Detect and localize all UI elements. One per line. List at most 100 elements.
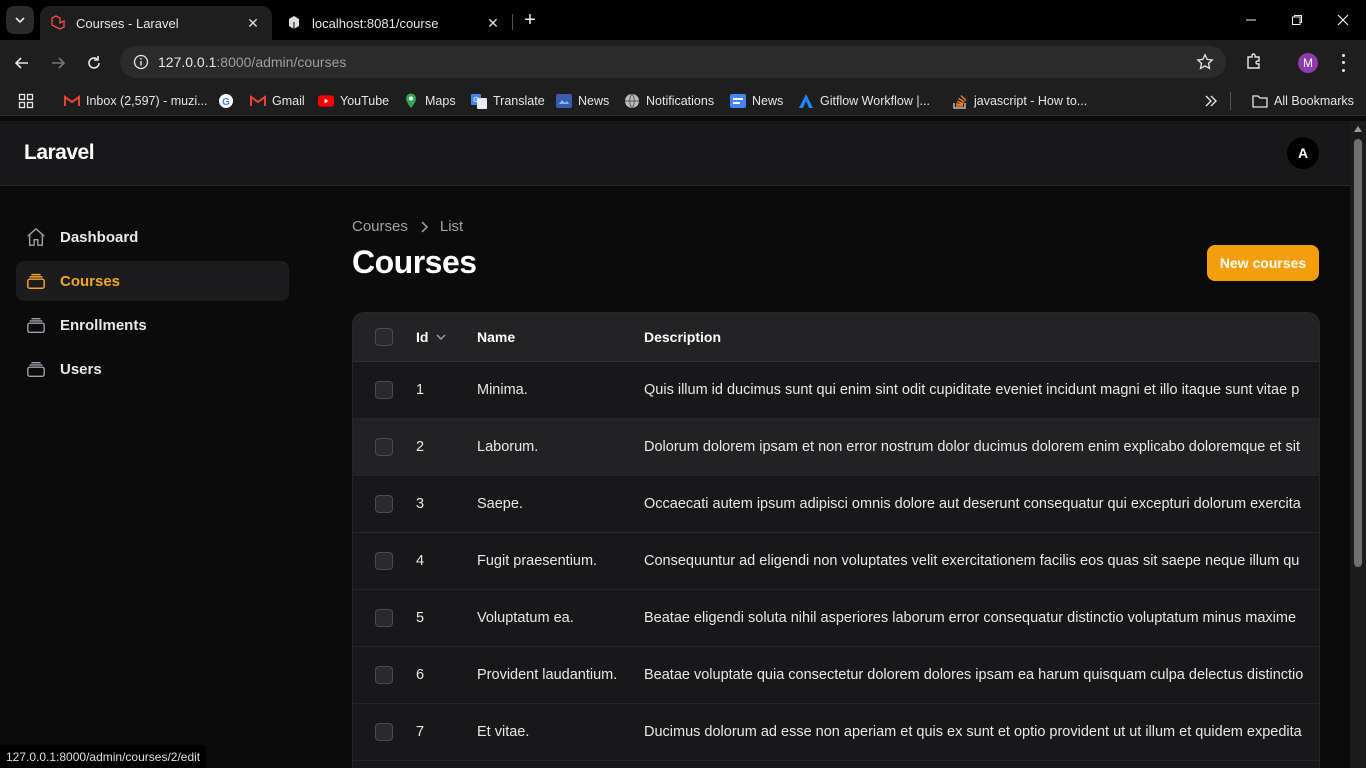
- chevron-down-icon: [15, 17, 25, 23]
- row-checkbox[interactable]: [375, 552, 393, 570]
- browser-menu-icon[interactable]: [1336, 52, 1350, 74]
- bookmarks-bar: Inbox (2,597) - muzi... G Gmail YouTube …: [0, 86, 1366, 116]
- bookmark-label: javascript - How to...: [974, 94, 1088, 108]
- select-all-checkbox[interactable]: [375, 328, 393, 346]
- column-header-label: Id: [416, 329, 429, 345]
- gmail-icon: [250, 93, 266, 109]
- scrollbar-thumb[interactable]: [1354, 139, 1362, 567]
- maps-icon: [403, 93, 419, 109]
- row-checkbox[interactable]: [375, 438, 393, 456]
- bookmark-star-icon[interactable]: [1196, 53, 1214, 76]
- reload-button[interactable]: [81, 50, 107, 76]
- link-status-bar: 127.0.0.1:8000/admin/courses/2/edit: [0, 745, 207, 768]
- back-button[interactable]: [9, 50, 35, 76]
- breadcrumb: Courses List: [352, 218, 463, 235]
- folder-icon: [1252, 93, 1268, 109]
- bookmark-inbox[interactable]: Inbox (2,597) - muzi...: [64, 92, 208, 110]
- cell-name: Provident laudantium.: [477, 667, 618, 683]
- stack-icon: [26, 359, 46, 379]
- table-row[interactable]: 2 Laborum. Dolorum dolorem ipsam et non …: [353, 419, 1319, 476]
- bookmark-label: News: [578, 94, 610, 108]
- close-tab-icon[interactable]: ✕: [484, 14, 502, 32]
- minimize-button[interactable]: [1239, 8, 1263, 32]
- cell-description: Ducimus dolorum ad esse non aperiam et q…: [644, 724, 1302, 740]
- bookmark-label: Translate: [493, 94, 545, 108]
- close-icon: [1337, 14, 1349, 26]
- close-window-button[interactable]: [1331, 8, 1355, 32]
- cube-favicon-icon: [286, 15, 302, 31]
- sidebar-item-label: Courses: [60, 272, 121, 290]
- column-header-name: Name: [477, 313, 515, 361]
- new-tab-button[interactable]: +: [518, 8, 542, 32]
- translate-icon: G: [471, 93, 487, 109]
- extensions-puzzle-icon[interactable]: [1245, 52, 1263, 75]
- bookmark-label: Inbox (2,597) - muzi...: [86, 94, 208, 108]
- profile-avatar[interactable]: M: [1298, 53, 1318, 73]
- news-icon: [556, 93, 572, 109]
- row-checkbox[interactable]: [375, 666, 393, 684]
- reload-icon: [88, 56, 100, 69]
- close-tab-icon[interactable]: ✕: [244, 14, 262, 32]
- address-bar[interactable]: 127.0.0.1:8000/admin/courses: [120, 46, 1226, 78]
- arrow-right-icon: [52, 57, 66, 69]
- sidebar: Dashboard Courses Enrollments Users: [0, 186, 305, 768]
- brand-logo[interactable]: Laravel: [24, 141, 95, 165]
- site-info-icon[interactable]: [124, 54, 158, 70]
- bookmark-google[interactable]: G: [218, 92, 240, 110]
- arrow-left-icon: [14, 57, 28, 69]
- new-courses-button[interactable]: New courses: [1207, 245, 1319, 281]
- tab-separator: [512, 14, 513, 30]
- bookmark-label: News: [752, 94, 784, 108]
- row-checkbox[interactable]: [375, 609, 393, 627]
- browser-toolbar: 127.0.0.1:8000/admin/courses: [0, 40, 1366, 86]
- restore-button[interactable]: [1285, 8, 1309, 32]
- row-checkbox[interactable]: [375, 723, 393, 741]
- page-scrollbar[interactable]: [1350, 121, 1366, 768]
- cell-description: Beatae eligendi soluta nihil asperiores …: [644, 610, 1297, 626]
- tab-title: localhost:8081/course: [312, 15, 439, 31]
- table-row[interactable]: 6 Provident laudantium. Beatae voluptate…: [353, 647, 1319, 704]
- bookmark-google-news[interactable]: News: [730, 92, 783, 110]
- bookmark-notifications[interactable]: Notifications: [624, 92, 714, 110]
- bookmark-news[interactable]: News: [556, 92, 609, 110]
- tab-localhost-course[interactable]: localhost:8081/course ✕: [276, 6, 512, 40]
- more-bookmarks-icon[interactable]: [1204, 92, 1218, 110]
- table-row[interactable]: 5 Voluptatum ea. Beatae eligendi soluta …: [353, 590, 1319, 647]
- table-row[interactable]: 3 Saepe. Occaecati autem ipsum adipisci …: [353, 476, 1319, 533]
- bookmark-label: YouTube: [340, 94, 390, 108]
- sidebar-item-courses[interactable]: Courses: [16, 261, 289, 301]
- cell-description: Occaecati autem ipsum adipisci omnis dol…: [644, 496, 1301, 512]
- forward-button[interactable]: [45, 50, 71, 76]
- column-header-label: Description: [644, 329, 722, 345]
- apps-grid-icon[interactable]: [18, 92, 34, 110]
- globe-icon: [624, 93, 640, 109]
- restore-icon: [1292, 15, 1302, 25]
- sidebar-item-enrollments[interactable]: Enrollments: [16, 305, 289, 345]
- table-row[interactable]: 7 Et vitae. Ducimus dolorum ad esse non …: [353, 704, 1319, 761]
- cell-id: 7: [416, 724, 425, 740]
- bookmark-maps[interactable]: Maps: [403, 92, 456, 110]
- row-checkbox[interactable]: [375, 381, 393, 399]
- tab-courses-laravel[interactable]: Courses - Laravel ✕: [40, 6, 272, 40]
- bookmark-gmail[interactable]: Gmail: [250, 92, 305, 110]
- sidebar-item-dashboard[interactable]: Dashboard: [16, 217, 289, 257]
- bookmark-gitflow[interactable]: Gitflow Workflow |...: [798, 92, 930, 110]
- all-bookmarks-folder[interactable]: All Bookmarks: [1252, 92, 1354, 110]
- cell-id: 4: [416, 553, 425, 569]
- scroll-up-arrow-icon[interactable]: [1354, 126, 1362, 132]
- bookmark-stackoverflow[interactable]: javascript - How to...: [952, 92, 1087, 110]
- column-header-id[interactable]: Id: [416, 313, 446, 361]
- bookmark-youtube[interactable]: YouTube: [318, 92, 389, 110]
- tab-search-button[interactable]: [6, 6, 34, 34]
- bookmark-label: All Bookmarks: [1274, 94, 1354, 108]
- url-path: :8000/admin/courses: [216, 54, 347, 70]
- breadcrumb-courses-link[interactable]: Courses: [352, 218, 408, 235]
- stack-icon: [26, 315, 46, 335]
- sidebar-item-users[interactable]: Users: [16, 349, 289, 389]
- bookmark-translate[interactable]: G Translate: [471, 92, 545, 110]
- user-avatar[interactable]: A: [1287, 137, 1319, 169]
- row-checkbox[interactable]: [375, 495, 393, 513]
- table-row[interactable]: 4 Fugit praesentium. Consequuntur ad eli…: [353, 533, 1319, 590]
- main-content: Courses List Courses New courses Id Name…: [305, 186, 1350, 768]
- table-row[interactable]: 1 Minima. Quis illum id ducimus sunt qui…: [353, 362, 1319, 419]
